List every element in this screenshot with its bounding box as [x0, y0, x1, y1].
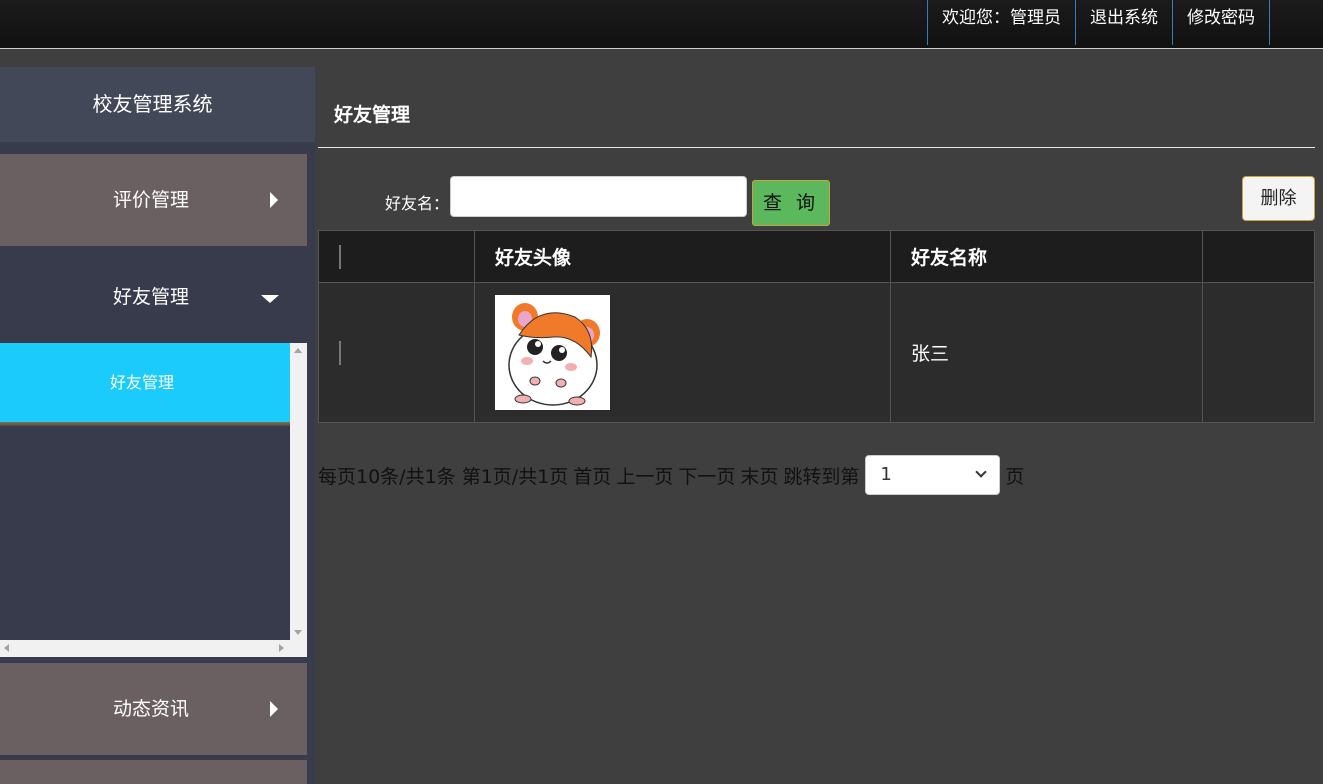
page-select[interactable]: 1	[865, 455, 1001, 495]
jump-label: 跳转到第	[783, 465, 860, 488]
chevron-down-icon	[975, 466, 988, 478]
menu-label: 评价管理	[113, 189, 190, 211]
scroll-right-icon[interactable]	[279, 644, 284, 652]
menu-next-partial[interactable]	[0, 760, 307, 784]
menu-friend-management[interactable]: 好友管理	[0, 251, 307, 343]
row-checkbox[interactable]	[339, 340, 341, 365]
query-button[interactable]: 查 询	[752, 180, 830, 226]
top-links: 欢迎您：管理员 退出系统 修改密码	[927, 0, 1270, 45]
header-select-all-cell	[318, 230, 475, 283]
search-label: 好友名：	[385, 194, 450, 213]
vertical-scrollbar[interactable]	[290, 343, 307, 640]
pagination-summary: 每页10条/共1条 第1页/共1页	[318, 465, 569, 488]
scroll-left-icon[interactable]	[4, 644, 9, 652]
header-avatar: 好友头像	[474, 230, 891, 283]
friend-table: 好友头像 好友名称 张三	[318, 230, 1315, 423]
caret-down-icon	[261, 295, 279, 303]
horizontal-scrollbar[interactable]	[0, 640, 307, 657]
menu-label: 好友管理	[113, 286, 190, 308]
friend-name-search-input[interactable]	[450, 176, 747, 217]
first-page-link[interactable]: 首页	[573, 462, 611, 489]
row-actions-cell	[1202, 282, 1315, 423]
next-page-link[interactable]: 下一页	[678, 462, 735, 489]
top-bar: 欢迎您：管理员 退出系统 修改密码	[0, 0, 1323, 49]
select-all-checkbox[interactable]	[339, 244, 341, 269]
change-password-link[interactable]: 修改密码	[1172, 0, 1270, 45]
system-title: 校友管理系统	[0, 67, 315, 142]
submenu-frame: 好友管理	[0, 343, 307, 657]
header-name: 好友名称	[890, 230, 1203, 283]
header-actions	[1202, 230, 1315, 283]
submenu-item-friend-management[interactable]: 好友管理	[0, 343, 290, 422]
caret-right-icon	[270, 701, 278, 717]
delete-button[interactable]: 删除	[1242, 176, 1315, 221]
row-avatar-cell	[474, 282, 891, 423]
menu-label: 动态资讯	[113, 698, 190, 720]
scroll-down-icon[interactable]	[294, 630, 302, 635]
caret-right-icon	[270, 192, 278, 208]
page-title: 好友管理	[334, 104, 411, 126]
table-header-row: 好友头像 好友名称	[318, 230, 1315, 283]
logout-link[interactable]: 退出系统	[1075, 0, 1172, 45]
menu-news[interactable]: 动态资讯	[0, 663, 307, 755]
page-suffix: 页	[1005, 465, 1025, 488]
scroll-up-icon[interactable]	[294, 348, 302, 353]
prev-page-link[interactable]: 上一页	[616, 462, 673, 489]
sidebar: 校友管理系统 评价管理 好友管理 好友管理 动态资讯	[0, 67, 315, 784]
last-page-link[interactable]: 末页	[740, 462, 778, 489]
menu-evaluation-management[interactable]: 评价管理	[0, 154, 307, 246]
welcome-text: 欢迎您：管理员	[927, 0, 1075, 45]
page-select-value: 1	[880, 464, 892, 485]
hamster-avatar-image	[495, 295, 610, 410]
row-select-cell	[318, 282, 475, 423]
pagination: 每页10条/共1条 第1页/共1页 首页 上一页 下一页 末页 跳转到第 1 页	[318, 455, 1029, 495]
title-divider	[318, 147, 1315, 148]
row-name-cell: 张三	[890, 282, 1203, 423]
submenu-divider	[0, 422, 290, 426]
table-row: 张三	[318, 282, 1315, 423]
